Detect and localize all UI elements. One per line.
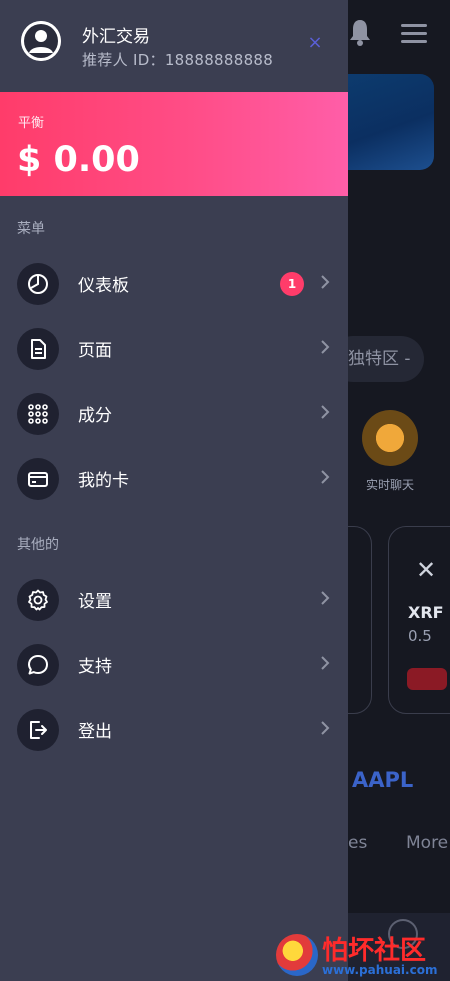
close-icon[interactable]: ×	[304, 32, 326, 54]
chevron-right-icon	[321, 656, 330, 670]
menu-item-logout[interactable]: 登出	[0, 702, 348, 758]
avatar[interactable]	[21, 21, 61, 61]
side-drawer: 外汇交易 推荐人 ID：18888888888 × 平衡 $ 0.00 菜单 仪…	[0, 0, 348, 981]
chevron-right-icon	[321, 470, 330, 484]
menu-item-components[interactable]: 成分	[0, 386, 348, 442]
chevron-right-icon	[321, 340, 330, 354]
watermark-url: www.pahuai.com	[322, 963, 438, 977]
menu-item-support[interactable]: 支持	[0, 637, 348, 693]
balance-card: 平衡 $ 0.00	[0, 92, 348, 196]
notification-badge: 1	[280, 272, 304, 296]
hamburger-menu-icon[interactable]	[401, 24, 427, 43]
watermark-title: 怕坏社区	[322, 936, 427, 966]
bell-icon[interactable]	[348, 18, 372, 46]
menu-item-my-cards[interactable]: 我的卡	[0, 451, 348, 507]
document-icon	[17, 328, 59, 370]
profile-header: 外汇交易 推荐人 ID：18888888888 ×	[0, 0, 348, 92]
menu-item-label: 页面	[78, 341, 112, 361]
chevron-right-icon	[321, 275, 330, 289]
watermark-logo	[276, 934, 318, 976]
live-chat-icon[interactable]	[362, 410, 418, 466]
promo-banner[interactable]	[348, 74, 434, 170]
gear-icon	[17, 579, 59, 621]
xrp-icon: ✕	[416, 556, 437, 584]
chevron-right-icon	[321, 405, 330, 419]
card-icon	[17, 458, 59, 500]
menu-item-dashboard[interactable]: 仪表板 1	[0, 256, 348, 312]
chevron-right-icon	[321, 591, 330, 605]
referrer-id: 推荐人 ID：18888888888	[82, 51, 274, 69]
coin-name: XRF	[408, 603, 444, 622]
ticker-label: AAPL	[352, 768, 414, 792]
balance-value: $ 0.00	[17, 140, 140, 180]
tab-es[interactable]: es	[348, 833, 367, 853]
profile-name: 外汇交易	[82, 27, 150, 47]
logout-icon	[17, 709, 59, 751]
menu-item-label: 仪表板	[78, 276, 129, 296]
other-section-title: 其他的	[17, 537, 59, 553]
chevron-right-icon	[321, 721, 330, 735]
coin-change-badge	[407, 668, 447, 690]
menu-item-label: 登出	[78, 722, 112, 742]
menu-item-label: 成分	[78, 406, 112, 426]
coin-price: 0.5	[408, 627, 432, 645]
grid-icon	[17, 393, 59, 435]
balance-label: 平衡	[18, 116, 45, 131]
menu-section-title: 菜单	[17, 221, 45, 237]
menu-item-label: 支持	[78, 657, 112, 677]
live-chat-label: 实时聊天	[366, 478, 415, 492]
site-watermark: 怕坏社区 www.pahuai.com	[272, 930, 450, 980]
tab-more[interactable]: More	[406, 833, 448, 853]
chat-bubble-icon	[17, 644, 59, 686]
menu-item-label: 我的卡	[78, 471, 129, 491]
menu-item-settings[interactable]: 设置	[0, 572, 348, 628]
menu-item-pages[interactable]: 页面	[0, 321, 348, 377]
menu-item-label: 设置	[78, 592, 112, 612]
dashboard-icon	[17, 263, 59, 305]
